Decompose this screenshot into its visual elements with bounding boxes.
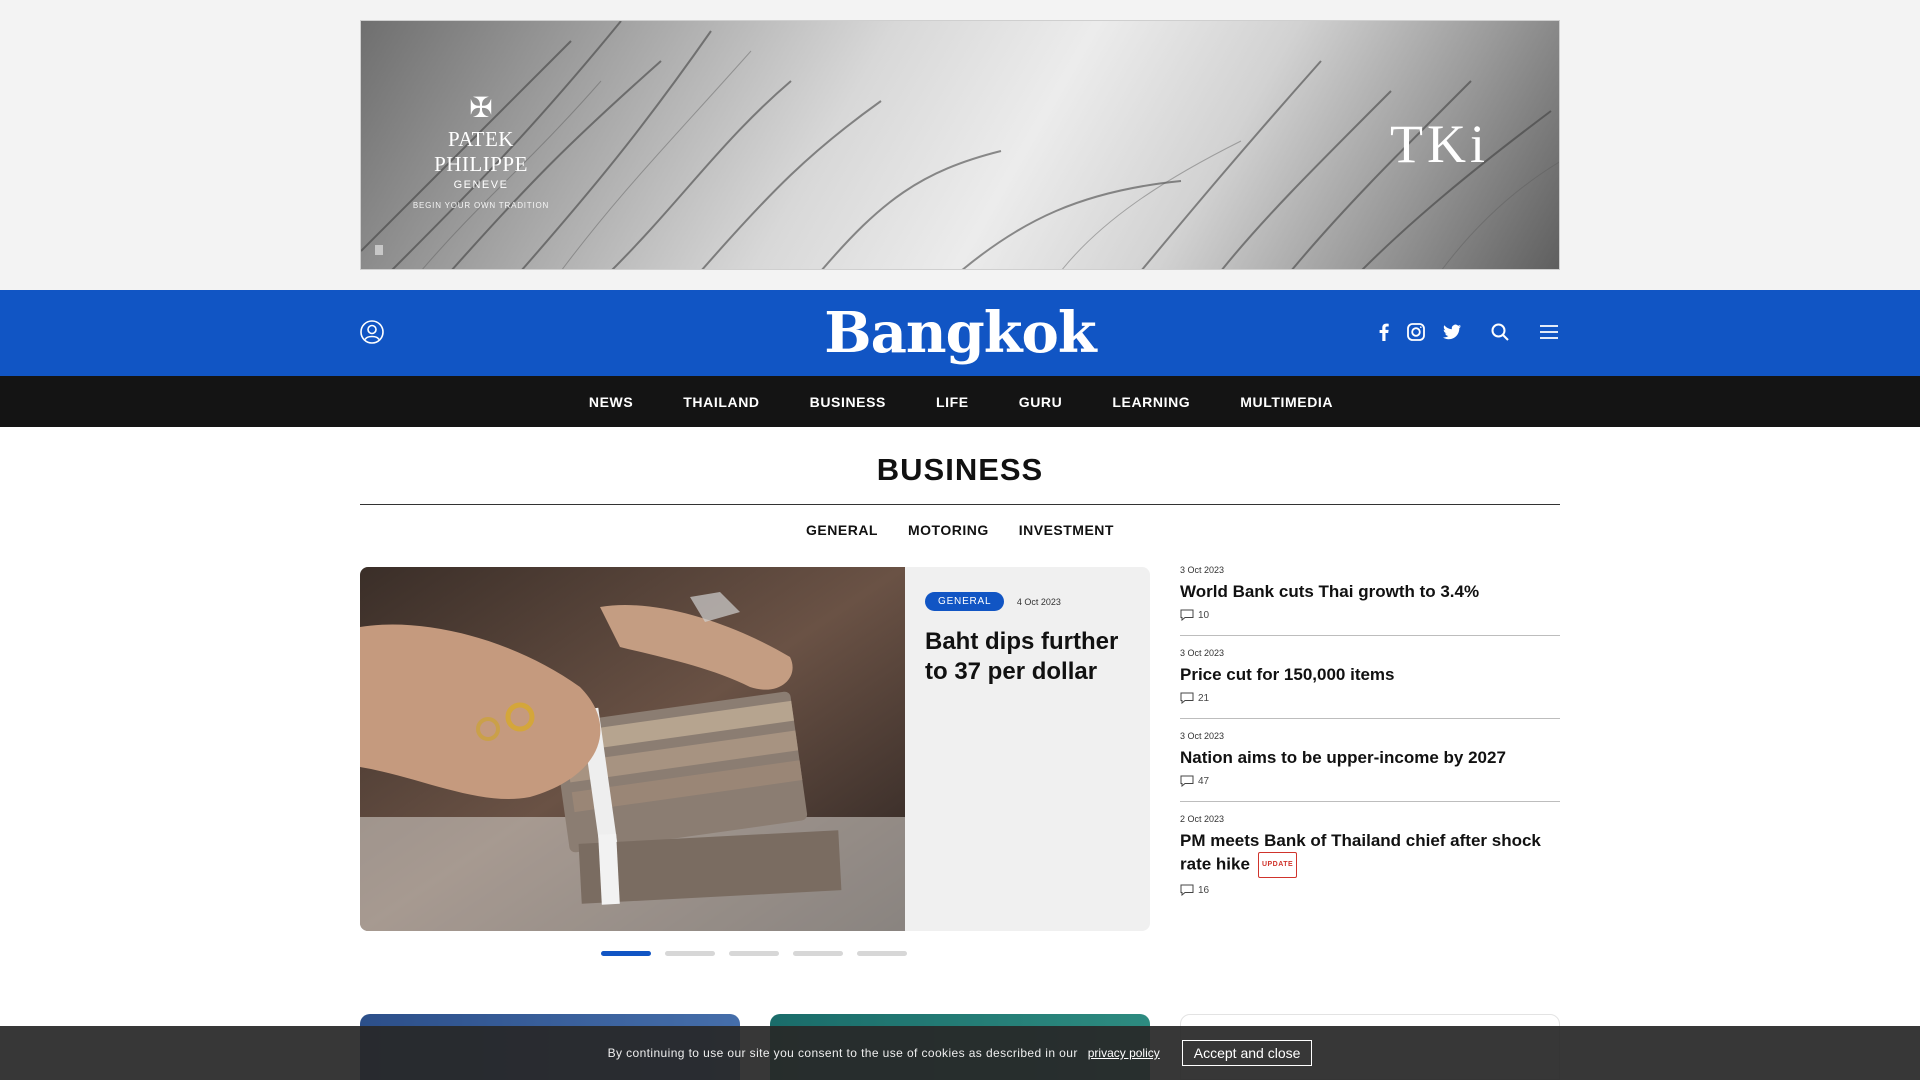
comment-count[interactable]: 16: [1180, 884, 1560, 896]
comment-icon: [1180, 775, 1194, 787]
privacy-policy-link[interactable]: privacy policy: [1088, 1046, 1160, 1060]
list-item[interactable]: 3 Oct 2023 World Bank cuts Thai growth t…: [1180, 565, 1560, 636]
article-title[interactable]: World Bank cuts Thai growth to 3.4%: [1180, 581, 1560, 603]
mute-icon[interactable]: [375, 245, 383, 255]
twitter-icon[interactable]: [1440, 320, 1464, 344]
nav-item-business[interactable]: BUSINESS: [810, 394, 886, 410]
calatrava-cross-icon: ✠: [469, 92, 493, 123]
comment-count[interactable]: 10: [1180, 609, 1560, 621]
ad-left-sub: GENEVE: [453, 179, 509, 191]
article-date: 3 Oct 2023: [1180, 648, 1225, 658]
nav-item-news[interactable]: NEWS: [589, 394, 633, 410]
user-icon[interactable]: [360, 320, 384, 344]
comment-count-value: 16: [1198, 884, 1210, 896]
hero-carousel-slide[interactable]: GENERAL 4 Oct 2023 Baht dips further to …: [360, 567, 1150, 931]
category-badge[interactable]: GENERAL: [925, 592, 1005, 611]
update-badge: UPDATE: [1257, 852, 1298, 878]
search-icon[interactable]: [1488, 320, 1512, 344]
subnav-item-general[interactable]: GENERAL: [806, 522, 878, 538]
carousel-dot[interactable]: [729, 951, 779, 956]
hero-image: [360, 567, 905, 931]
article-date: 3 Oct 2023: [1180, 565, 1225, 575]
comment-count-value: 21: [1198, 692, 1210, 704]
subnav-item-investment[interactable]: INVESTMENT: [1019, 522, 1114, 538]
nav-item-learning[interactable]: LEARNING: [1112, 394, 1190, 410]
comment-icon: [1180, 609, 1194, 621]
cookie-text: By continuing to use our site you consen…: [607, 1046, 1078, 1060]
section-divider: [360, 504, 1560, 505]
article-title-text: PM meets Bank of Thailand chief after sh…: [1180, 831, 1541, 874]
cookie-consent-bar: By continuing to use our site you consen…: [0, 1026, 1920, 1080]
patek-philippe-logo: ✠ PATEK PHILIPPE GENEVE BEGIN YOUR OWN T…: [401, 92, 561, 211]
ad-zone: ✠ PATEK PHILIPPE GENEVE BEGIN YOUR OWN T…: [0, 0, 1920, 290]
list-item[interactable]: 2 Oct 2023 PM meets Bank of Thailand chi…: [1180, 814, 1560, 910]
list-item[interactable]: 3 Oct 2023 Nation aims to be upper-incom…: [1180, 731, 1560, 802]
menu-icon[interactable]: [1537, 320, 1561, 344]
advertisement-banner[interactable]: ✠ PATEK PHILIPPE GENEVE BEGIN YOUR OWN T…: [360, 20, 1560, 270]
tki-logo: TKi: [1390, 114, 1489, 174]
hero-headline[interactable]: Baht dips further to 37 per dollar: [925, 627, 1135, 687]
article-title[interactable]: Price cut for 150,000 items: [1180, 664, 1560, 686]
hero-text: GENERAL 4 Oct 2023 Baht dips further to …: [925, 592, 1135, 687]
article-date: 2 Oct 2023: [1180, 814, 1225, 824]
comment-icon: [1180, 692, 1194, 704]
article-title[interactable]: Nation aims to be upper-income by 2027: [1180, 747, 1560, 769]
carousel-dot[interactable]: [601, 951, 651, 956]
latest-articles-list: 3 Oct 2023 World Bank cuts Thai growth t…: [1180, 565, 1560, 922]
main-nav: NEWS THAILAND BUSINESS LIFE GURU LEARNIN…: [0, 376, 1920, 427]
comment-count-value: 10: [1198, 609, 1210, 621]
nav-item-guru[interactable]: GURU: [1019, 394, 1063, 410]
article-title[interactable]: PM meets Bank of Thailand chief after sh…: [1180, 830, 1560, 878]
nav-item-life[interactable]: LIFE: [936, 394, 969, 410]
facebook-icon[interactable]: [1372, 320, 1396, 344]
comment-count[interactable]: 21: [1180, 692, 1560, 704]
comment-count-value: 47: [1198, 775, 1210, 787]
ad-left-brand: PATEK PHILIPPE: [434, 127, 528, 176]
carousel-dot[interactable]: [857, 951, 907, 956]
instagram-icon[interactable]: [1404, 320, 1428, 344]
accept-cookies-button[interactable]: Accept and close: [1181, 1040, 1313, 1066]
page-title: BUSINESS: [876, 452, 1044, 487]
ad-left-tagline: BEGIN YOUR OWN TRADITION: [412, 201, 550, 210]
nav-item-multimedia[interactable]: MULTIMEDIA: [1240, 394, 1333, 410]
article-date: 3 Oct 2023: [1180, 731, 1225, 741]
carousel-dot[interactable]: [793, 951, 843, 956]
section-subnav: GENERAL MOTORING INVESTMENT: [360, 522, 1560, 538]
comment-count[interactable]: 47: [1180, 775, 1560, 787]
subnav-item-motoring[interactable]: MOTORING: [908, 522, 989, 538]
carousel-dot[interactable]: [665, 951, 715, 956]
nav-item-thailand[interactable]: THAILAND: [683, 394, 759, 410]
site-header: Bangkok Post: [0, 290, 1920, 436]
list-item[interactable]: 3 Oct 2023 Price cut for 150,000 items 2…: [1180, 648, 1560, 719]
hero-date: 4 Oct 2023: [1016, 596, 1061, 607]
carousel-pagination: [601, 951, 907, 956]
comment-icon: [1180, 884, 1194, 896]
